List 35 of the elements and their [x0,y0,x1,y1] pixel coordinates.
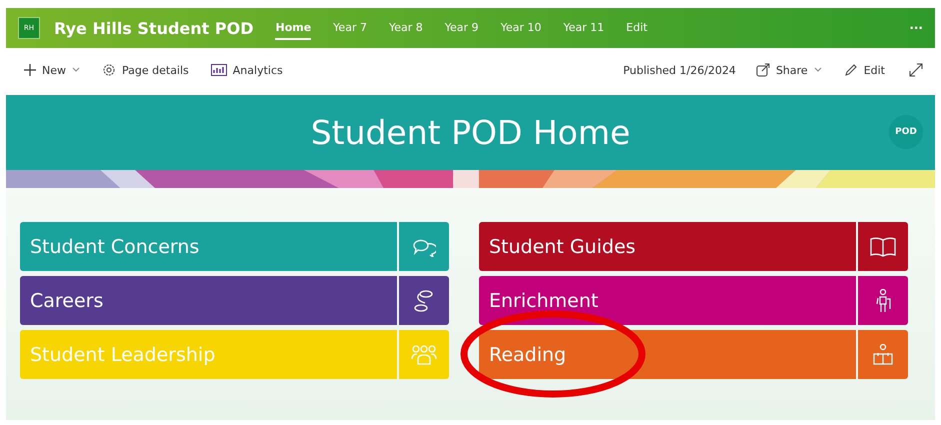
group-icon [411,344,437,364]
settings-icon [102,63,116,77]
person-reading-icon [872,344,894,366]
more-button[interactable]: ··· [909,21,923,35]
chart-icon [210,64,227,76]
nav-link[interactable]: Year 11 [563,16,604,40]
expand-icon[interactable] [909,63,923,77]
banner-title: Student POD Home [310,113,630,152]
pencil-icon [844,63,858,77]
new-button[interactable]: New [22,62,82,78]
edit-button[interactable]: Edit [842,61,887,79]
pod-logo: POD [889,115,923,149]
share-icon [756,63,770,77]
analytics-button[interactable]: Analytics [208,62,285,78]
nav-link[interactable]: Edit [626,16,648,40]
footprints-icon [413,288,435,312]
published-date: Published 1/26/2024 [623,64,736,76]
site-title[interactable]: Rye Hills Student POD [54,18,254,38]
nav-link[interactable]: Year 7 [333,16,367,40]
book-icon [870,236,896,256]
share-button[interactable]: Share [754,61,824,79]
tile-link[interactable]: Student Concerns [20,222,397,271]
plus-icon [24,64,36,76]
tile-link[interactable]: Reading [479,330,856,379]
tile-link[interactable]: Careers [20,276,397,325]
nav-link[interactable]: Home [275,16,312,40]
tile-link[interactable]: Enrichment [479,276,856,325]
hiker-icon [875,288,891,312]
tile-link[interactable]: Student Guides [479,222,856,271]
nav-link[interactable]: Year 10 [500,16,542,40]
page-details-button[interactable]: Page details [100,61,191,79]
nav-link[interactable]: Year 9 [444,16,479,40]
nav-link[interactable]: Year 8 [388,16,423,40]
chevron-down-icon [72,67,80,73]
chevron-down-icon [814,67,822,73]
